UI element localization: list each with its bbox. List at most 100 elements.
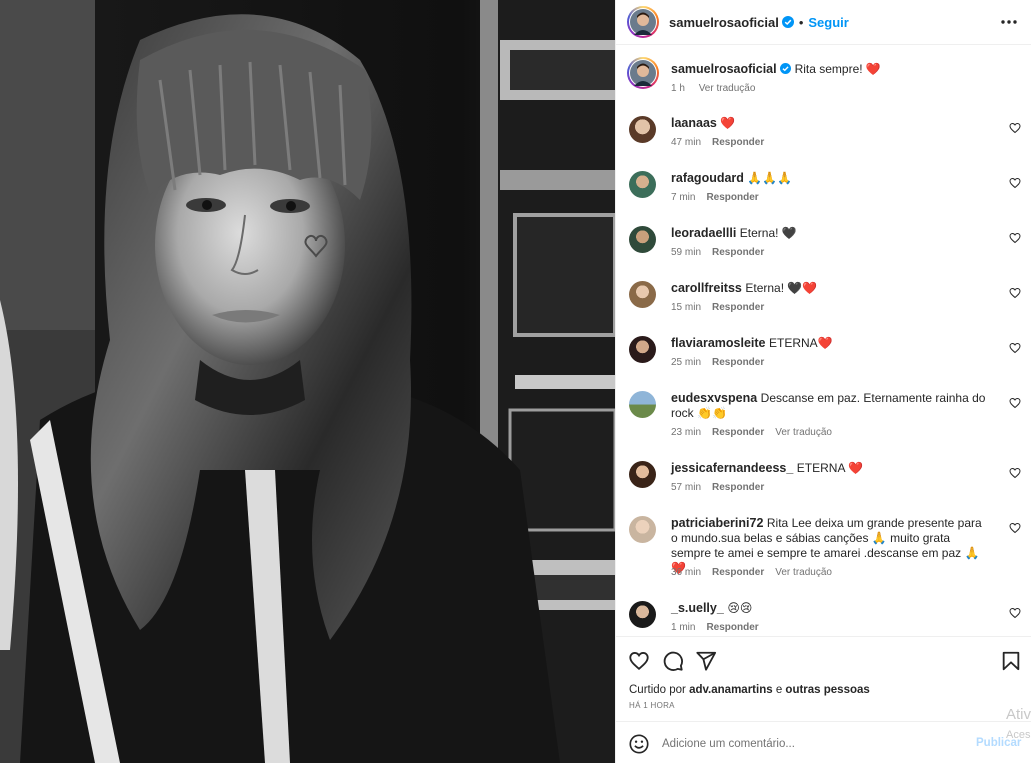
- comment-time: 59 min: [671, 247, 702, 258]
- comment-text: Eterna! 🖤: [739, 226, 797, 240]
- share-icon[interactable]: [695, 650, 717, 672]
- like-comment-heart-icon[interactable]: [1009, 397, 1021, 409]
- reply-link[interactable]: Responder: [712, 427, 764, 438]
- like-comment-heart-icon[interactable]: [1009, 232, 1021, 244]
- reply-link[interactable]: Responder: [706, 622, 758, 633]
- commenter-avatar[interactable]: [629, 336, 656, 363]
- comment-username[interactable]: flaviaramosleite: [671, 336, 766, 350]
- commenter-avatar[interactable]: [629, 116, 656, 143]
- comment-time: 7 min: [671, 192, 696, 203]
- author-avatar[interactable]: [627, 6, 659, 38]
- comment-username[interactable]: rafagoudard: [671, 171, 744, 185]
- likes-summary[interactable]: Curtido por adv.anamartins e outras pess…: [629, 684, 870, 696]
- comments-list[interactable]: samuelrosaoficial Rita sempre! ❤️ 1 h Ve…: [616, 46, 1031, 636]
- comment-icon[interactable]: [662, 650, 684, 672]
- commenter-avatar[interactable]: [629, 281, 656, 308]
- commenter-avatar[interactable]: [629, 516, 656, 543]
- comment-time: 36 min: [671, 567, 702, 578]
- like-comment-heart-icon[interactable]: [1009, 607, 1021, 619]
- emoji-icon[interactable]: [628, 733, 650, 755]
- comment-body: leoradaellli Eterna! 🖤: [671, 226, 991, 241]
- post-actions: Curtido por adv.anamartins e outras pess…: [616, 636, 1031, 721]
- like-comment-heart-icon[interactable]: [1009, 522, 1021, 534]
- comment-body: laanaas ❤️: [671, 116, 991, 131]
- translate-link[interactable]: Ver tradução: [775, 427, 832, 438]
- comment-time: 1 min: [671, 622, 696, 633]
- author-username[interactable]: samuelrosaoficial: [669, 15, 779, 30]
- comment-meta: 47 min Responder: [671, 137, 775, 148]
- commenter-avatar[interactable]: [629, 391, 656, 418]
- reply-link[interactable]: Responder: [712, 137, 764, 148]
- likes-user[interactable]: adv.anamartins: [689, 684, 773, 696]
- comment-time: 47 min: [671, 137, 702, 148]
- comment-username[interactable]: patriciaberini72: [671, 516, 763, 530]
- likes-others[interactable]: outras pessoas: [785, 684, 869, 696]
- comment-username[interactable]: jessicafernandeess_: [671, 461, 793, 475]
- comment-meta: 57 min Responder: [671, 482, 775, 493]
- reply-link[interactable]: Responder: [706, 192, 758, 203]
- reply-link[interactable]: Responder: [712, 247, 764, 258]
- comment-meta: 23 min Responder Ver tradução: [671, 427, 843, 438]
- post-photo[interactable]: [0, 0, 615, 763]
- caption-meta: 1 h Ver tradução: [671, 83, 766, 94]
- comment-time: 25 min: [671, 357, 702, 368]
- comment-time: 57 min: [671, 482, 702, 493]
- caption-translate-link[interactable]: Ver tradução: [699, 83, 756, 94]
- comment-body: eudesxvspena Descanse em paz. Eternament…: [671, 391, 991, 421]
- more-icon[interactable]: [1000, 12, 1018, 32]
- like-comment-heart-icon[interactable]: [1009, 342, 1021, 354]
- comment-time: 15 min: [671, 302, 702, 313]
- caption-text: Rita sempre! ❤️: [794, 62, 881, 76]
- comment-body: _s.uelly_ 😢😢: [671, 601, 991, 616]
- post-image: [0, 0, 615, 763]
- commenter-avatar[interactable]: [629, 171, 656, 198]
- caption-avatar-image: [630, 60, 656, 86]
- comment-meta: 25 min Responder: [671, 357, 775, 368]
- comment-text: 😢😢: [727, 601, 753, 615]
- comment-text: 🙏🙏🙏: [747, 171, 793, 185]
- commenter-avatar[interactable]: [629, 461, 656, 488]
- os-activation-watermark-sub: Aces: [1006, 729, 1031, 741]
- like-comment-heart-icon[interactable]: [1009, 467, 1021, 479]
- comment-meta: 36 min Responder Ver tradução: [671, 567, 843, 578]
- post-header: samuelrosaoficial • Seguir: [616, 0, 1031, 45]
- translate-link[interactable]: Ver tradução: [775, 567, 832, 578]
- commenter-avatar[interactable]: [629, 601, 656, 628]
- comment-body: carollfreitss Eterna! 🖤❤️: [671, 281, 991, 296]
- comment-text: ETERNA❤️: [768, 336, 833, 350]
- caption-time: 1 h: [671, 83, 685, 94]
- caption-avatar[interactable]: [627, 57, 659, 89]
- comment-body: flaviaramosleite ETERNA❤️: [671, 336, 991, 351]
- comment-username[interactable]: _s.uelly_: [671, 601, 724, 615]
- caption-username[interactable]: samuelrosaoficial: [671, 62, 777, 76]
- comment-meta: 1 min Responder: [671, 622, 770, 633]
- comment-input[interactable]: [662, 734, 962, 754]
- comment-username[interactable]: eudesxvspena: [671, 391, 757, 405]
- post-time-ago: HÁ 1 HORA: [629, 701, 675, 710]
- author-avatar-image: [630, 9, 656, 35]
- like-comment-heart-icon[interactable]: [1009, 122, 1021, 134]
- like-comment-heart-icon[interactable]: [1009, 177, 1021, 189]
- post-side-panel: samuelrosaoficial • Seguir samuelrosaofi…: [615, 0, 1031, 763]
- reply-link[interactable]: Responder: [712, 482, 764, 493]
- header-separator: •: [798, 14, 804, 30]
- add-comment-bar: Publicar: [616, 721, 1031, 763]
- caption-body: samuelrosaoficial Rita sempre! ❤️: [671, 62, 991, 77]
- commenter-avatar[interactable]: [629, 226, 656, 253]
- follow-button[interactable]: Seguir: [808, 15, 848, 30]
- heart-icon[interactable]: [628, 650, 650, 672]
- comment-username[interactable]: leoradaellli: [671, 226, 736, 240]
- bookmark-icon[interactable]: [1000, 650, 1022, 672]
- comment-meta: 7 min Responder: [671, 192, 770, 203]
- reply-link[interactable]: Responder: [712, 302, 764, 313]
- verified-icon: [781, 16, 794, 28]
- comment-username[interactable]: carollfreitss: [671, 281, 742, 295]
- likes-prefix: Curtido por: [629, 684, 686, 696]
- reply-link[interactable]: Responder: [712, 357, 764, 368]
- comment-body: jessicafernandeess_ ETERNA ❤️: [671, 461, 991, 476]
- comment-time: 23 min: [671, 427, 702, 438]
- reply-link[interactable]: Responder: [712, 567, 764, 578]
- like-comment-heart-icon[interactable]: [1009, 287, 1021, 299]
- comment-meta: 15 min Responder: [671, 302, 775, 313]
- comment-username[interactable]: laanaas: [671, 116, 717, 130]
